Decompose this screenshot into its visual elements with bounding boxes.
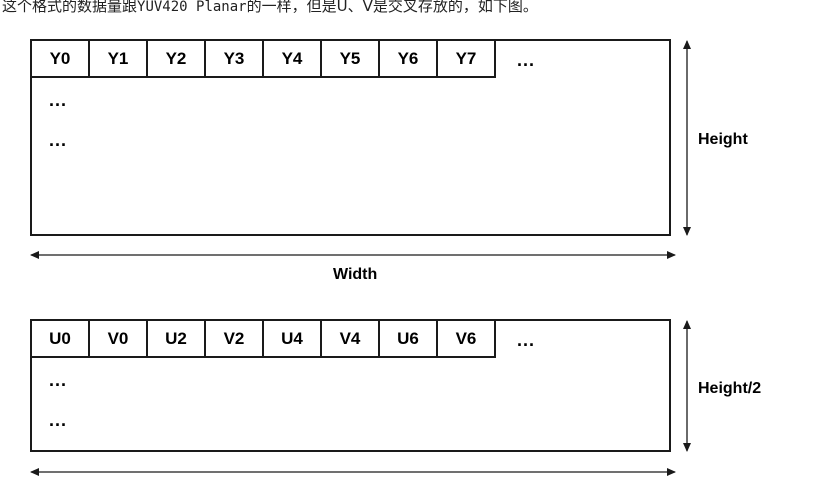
dimension-arrows [30,40,691,476]
